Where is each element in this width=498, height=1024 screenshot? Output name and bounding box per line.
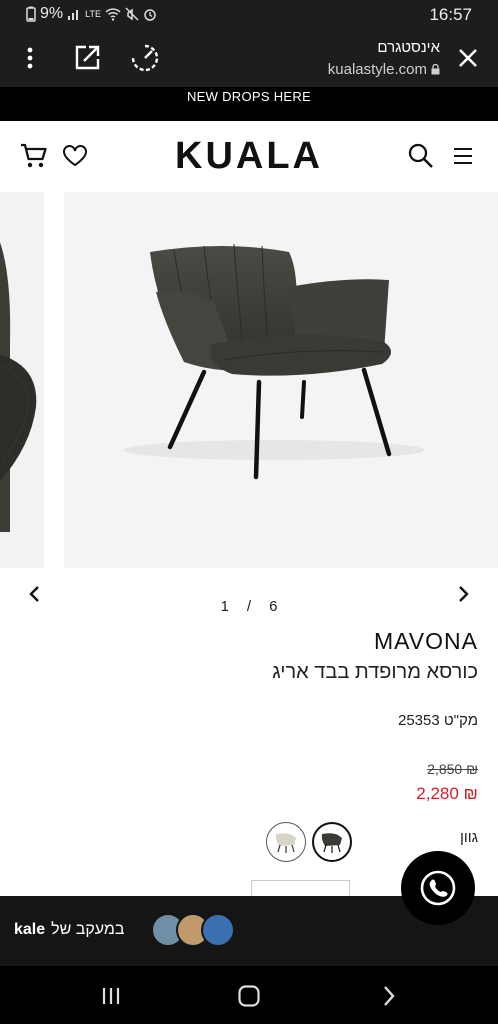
follow-text: kale במעקב של bbox=[14, 921, 124, 939]
chair-thumb-dark bbox=[321, 833, 342, 853]
home-icon[interactable] bbox=[234, 982, 264, 1010]
speed-icon[interactable] bbox=[129, 42, 161, 74]
alarm-icon bbox=[144, 9, 156, 21]
more-vert-icon[interactable] bbox=[14, 42, 46, 74]
armchair-image bbox=[124, 243, 424, 480]
avatar bbox=[201, 913, 235, 947]
screen: 9% LTE 16:57 אינסטגרם kualastyle.com NEW… bbox=[0, 0, 498, 1024]
follower-avatars bbox=[151, 913, 235, 947]
sale-price: ₪ 2,280 bbox=[416, 784, 478, 803]
browser-page-title: אינסטגרם bbox=[377, 39, 440, 56]
browser-toolbar: אינסטגרם kualastyle.com bbox=[0, 30, 498, 87]
color-swatch-light[interactable] bbox=[266, 822, 306, 862]
product-sku: מק"ט 25353 bbox=[397, 712, 478, 729]
color-swatch-dark[interactable] bbox=[312, 822, 352, 862]
follow-label: במעקב של bbox=[51, 921, 125, 938]
back-icon[interactable] bbox=[374, 982, 404, 1010]
signal-icon bbox=[68, 10, 79, 20]
product-gallery[interactable] bbox=[0, 192, 498, 570]
menu-icon[interactable] bbox=[448, 141, 478, 171]
gallery-slide-current[interactable] bbox=[64, 192, 479, 568]
system-nav-bar bbox=[0, 966, 498, 1024]
battery-icon bbox=[26, 6, 36, 22]
gallery-pager: 1 / 6 bbox=[0, 598, 498, 615]
battery-level: 9% bbox=[40, 5, 64, 22]
mute-icon bbox=[125, 7, 139, 21]
wifi-icon bbox=[105, 8, 121, 21]
gallery-slide-next[interactable] bbox=[479, 192, 498, 568]
recent-apps-icon[interactable] bbox=[96, 982, 126, 1010]
site-header: KUALA bbox=[0, 121, 498, 192]
phone-icon bbox=[420, 870, 456, 906]
whatsapp-chat-button[interactable] bbox=[401, 851, 475, 925]
lock-icon bbox=[431, 64, 440, 75]
promo-text: NEW DROPS HERE bbox=[186, 89, 312, 104]
color-label: גוון bbox=[459, 829, 478, 846]
url-text: kualastyle.com bbox=[327, 61, 427, 78]
clock: 16:57 bbox=[429, 5, 472, 24]
chair-thumb-light bbox=[275, 833, 296, 853]
chair-side-image bbox=[0, 242, 37, 532]
follow-handle: kale bbox=[14, 921, 46, 938]
original-price: ₪ 2,850 bbox=[427, 761, 478, 777]
pager-total: 6 bbox=[269, 598, 278, 615]
pager-separator: / bbox=[246, 598, 252, 615]
open-external-icon[interactable] bbox=[71, 42, 103, 74]
browser-url: kualastyle.com bbox=[328, 61, 440, 78]
product-brand: MAVONA bbox=[374, 628, 478, 654]
network-type: LTE bbox=[85, 8, 101, 19]
product-name: כורסא מרופדת בבד אריג bbox=[272, 661, 478, 683]
gallery-slide-previous[interactable] bbox=[0, 192, 44, 568]
status-bar: 9% LTE 16:57 bbox=[0, 0, 498, 30]
pager-current: 1 bbox=[220, 598, 229, 615]
search-icon[interactable] bbox=[406, 141, 436, 171]
close-icon[interactable] bbox=[452, 42, 484, 74]
promo-banner[interactable]: NEW DROPS HERE bbox=[0, 87, 498, 121]
